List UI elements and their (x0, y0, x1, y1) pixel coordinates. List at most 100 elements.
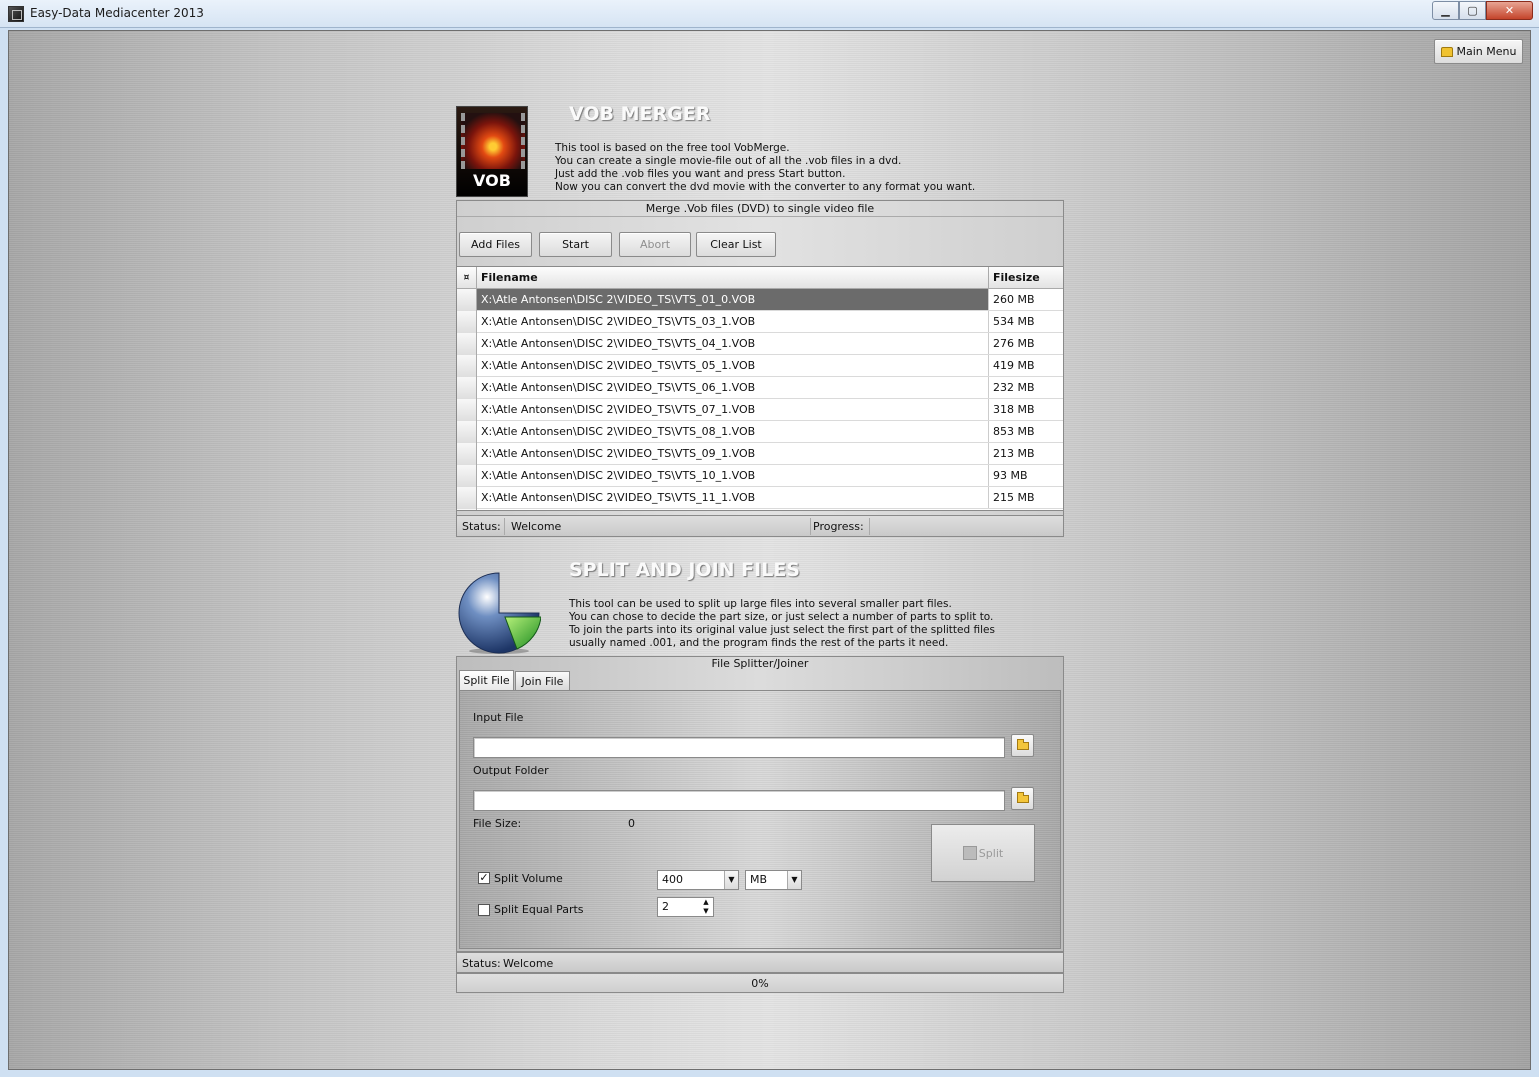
vob-logo-label: VOB (473, 171, 511, 190)
vob-description-line: You can create a single movie-file out o… (555, 155, 902, 167)
filesize-cell: 318 MB (993, 403, 1035, 416)
input-file-field[interactable] (473, 737, 1005, 758)
output-folder-field[interactable] (473, 790, 1005, 811)
split-description-line: This tool can be used to split up large … (569, 598, 952, 610)
vob-description-line: Just add the .vob files you want and pre… (555, 168, 846, 180)
filesize-cell: 276 MB (993, 337, 1035, 350)
close-button[interactable]: ✕ (1486, 1, 1533, 20)
row-selector[interactable] (457, 311, 477, 333)
table-row[interactable]: X:\Atle Antonsen\DISC 2\VIDEO_TS\VTS_04_… (457, 333, 1063, 355)
table-row[interactable]: X:\Atle Antonsen\DISC 2\VIDEO_TS\VTS_08_… (457, 421, 1063, 443)
split-equal-parts-checkbox[interactable] (478, 904, 490, 916)
column-header-filename[interactable]: Filename (477, 267, 989, 289)
filesize-cell: 232 MB (993, 381, 1035, 394)
filesize-cell: 853 MB (993, 425, 1035, 438)
split-section-title: SPLIT AND JOIN FILES (569, 559, 800, 581)
split-description-line: usually named .001, and the program find… (569, 637, 949, 649)
abort-button[interactable]: Abort (619, 232, 691, 257)
vob-logo-icon: VOB (456, 106, 528, 197)
row-selector[interactable] (457, 355, 477, 377)
stepper-arrows-icon[interactable]: ▲ ▼ (699, 898, 713, 916)
browse-input-button[interactable] (1011, 734, 1034, 757)
split-status-bar: Status: Welcome (456, 952, 1064, 973)
row-selector[interactable] (457, 509, 477, 510)
equal-parts-stepper[interactable]: 2 ▲ ▼ (657, 897, 714, 917)
browse-output-button[interactable] (1011, 787, 1034, 810)
window-titlebar: Easy-Data Mediacenter 2013 ▁ ▢ ✕ (0, 0, 1539, 28)
table-row[interactable]: X:\Atle Antonsen\DISC 2\VIDEO_TS\VTS_10_… (457, 465, 1063, 487)
folder-icon (1017, 739, 1029, 750)
filesize-cell: 534 MB (993, 315, 1035, 328)
split-button[interactable]: Split (931, 824, 1035, 882)
main-menu-label: Main Menu (1456, 45, 1517, 58)
table-row[interactable] (457, 509, 1063, 510)
unit-value: MB (750, 873, 768, 886)
filename-cell: X:\Atle Antonsen\DISC 2\VIDEO_TS\VTS_11_… (477, 487, 989, 508)
unit-combo[interactable]: MB ▼ (745, 870, 802, 890)
table-row[interactable]: X:\Atle Antonsen\DISC 2\VIDEO_TS\VTS_06_… (457, 377, 1063, 399)
add-files-button[interactable]: Add Files (459, 232, 532, 257)
vob-panel-caption: Merge .Vob files (DVD) to single video f… (645, 202, 875, 215)
filename-cell: X:\Atle Antonsen\DISC 2\VIDEO_TS\VTS_10_… (477, 465, 989, 486)
table-row[interactable]: X:\Atle Antonsen\DISC 2\VIDEO_TS\VTS_03_… (457, 311, 1063, 333)
row-selector[interactable] (457, 377, 477, 399)
main-menu-icon (1440, 46, 1453, 57)
row-selector[interactable] (457, 421, 477, 443)
split-icon (962, 846, 977, 860)
vob-file-table[interactable]: ¤ Filename Filesize X:\Atle Antonsen\DIS… (456, 266, 1064, 511)
file-size-label: File Size: (473, 817, 522, 830)
start-button[interactable]: Start (539, 232, 612, 257)
clear-list-button[interactable]: Clear List (696, 232, 776, 257)
filename-cell: X:\Atle Antonsen\DISC 2\VIDEO_TS\VTS_04_… (477, 333, 989, 354)
vob-description-line: Now you can convert the dvd movie with t… (555, 181, 976, 193)
vob-film-image (461, 113, 525, 169)
filesize-cell: 260 MB (993, 293, 1035, 306)
vob-description-line: This tool is based on the free tool VobM… (555, 142, 790, 154)
chevron-down-icon[interactable]: ▼ (724, 871, 738, 889)
row-selector[interactable] (457, 487, 477, 509)
vob-status-value: Welcome (511, 520, 562, 533)
vob-section-title: VOB MERGER (569, 103, 711, 125)
vob-progress-label: Progress: (813, 520, 864, 533)
split-status-label: Status: (462, 957, 501, 970)
app-icon (8, 6, 24, 22)
table-row[interactable]: X:\Atle Antonsen\DISC 2\VIDEO_TS\VTS_11_… (457, 487, 1063, 509)
table-row[interactable]: X:\Atle Antonsen\DISC 2\VIDEO_TS\VTS_07_… (457, 399, 1063, 421)
output-folder-label: Output Folder (473, 764, 549, 777)
tab-join-file[interactable]: Join File (515, 671, 570, 690)
split-progress-text: 0% (751, 977, 769, 990)
filesize-cell: 419 MB (993, 359, 1035, 372)
table-row[interactable]: X:\Atle Antonsen\DISC 2\VIDEO_TS\VTS_05_… (457, 355, 1063, 377)
maximize-button[interactable]: ▢ (1459, 1, 1486, 20)
filesize-cell: 215 MB (993, 491, 1035, 504)
split-description-line: To join the parts into its original valu… (569, 624, 995, 636)
split-equal-parts-label: Split Equal Parts (494, 903, 584, 916)
minimize-button[interactable]: ▁ (1432, 1, 1459, 20)
filesize-cell: 213 MB (993, 447, 1035, 460)
file-size-value: 0 (628, 817, 635, 830)
row-selector[interactable] (457, 333, 477, 355)
vob-description: This tool is based on the free tool VobM… (555, 142, 975, 194)
row-selector[interactable] (457, 289, 477, 311)
split-status-value: Welcome (503, 957, 554, 970)
split-volume-checkbox[interactable]: ✓ (478, 872, 490, 884)
chevron-down-icon[interactable]: ▼ (787, 871, 801, 889)
row-selector[interactable] (457, 443, 477, 465)
split-volume-combo[interactable]: 400 ▼ (657, 870, 739, 890)
column-header-filesize[interactable]: Filesize (989, 267, 1063, 289)
app-client-area: Main Menu VOB VOB MERGER This tool is ba… (8, 30, 1531, 1070)
filesize-cell: 93 MB (993, 469, 1028, 482)
table-row[interactable]: X:\Atle Antonsen\DISC 2\VIDEO_TS\VTS_09_… (457, 443, 1063, 465)
filename-cell: X:\Atle Antonsen\DISC 2\VIDEO_TS\VTS_06_… (477, 377, 989, 398)
tab-split-file[interactable]: Split File (459, 670, 514, 690)
split-description-line: You can chose to decide the part size, o… (569, 611, 994, 623)
main-menu-button[interactable]: Main Menu (1434, 39, 1523, 64)
equal-parts-value: 2 (662, 900, 669, 913)
filename-cell: X:\Atle Antonsen\DISC 2\VIDEO_TS\VTS_09_… (477, 443, 989, 464)
column-header-select[interactable]: ¤ (457, 267, 477, 289)
row-selector[interactable] (457, 465, 477, 487)
row-selector[interactable] (457, 399, 477, 421)
folder-icon (1017, 792, 1029, 803)
split-volume-label: Split Volume (494, 872, 563, 885)
table-row[interactable]: X:\Atle Antonsen\DISC 2\VIDEO_TS\VTS_01_… (457, 289, 1063, 311)
